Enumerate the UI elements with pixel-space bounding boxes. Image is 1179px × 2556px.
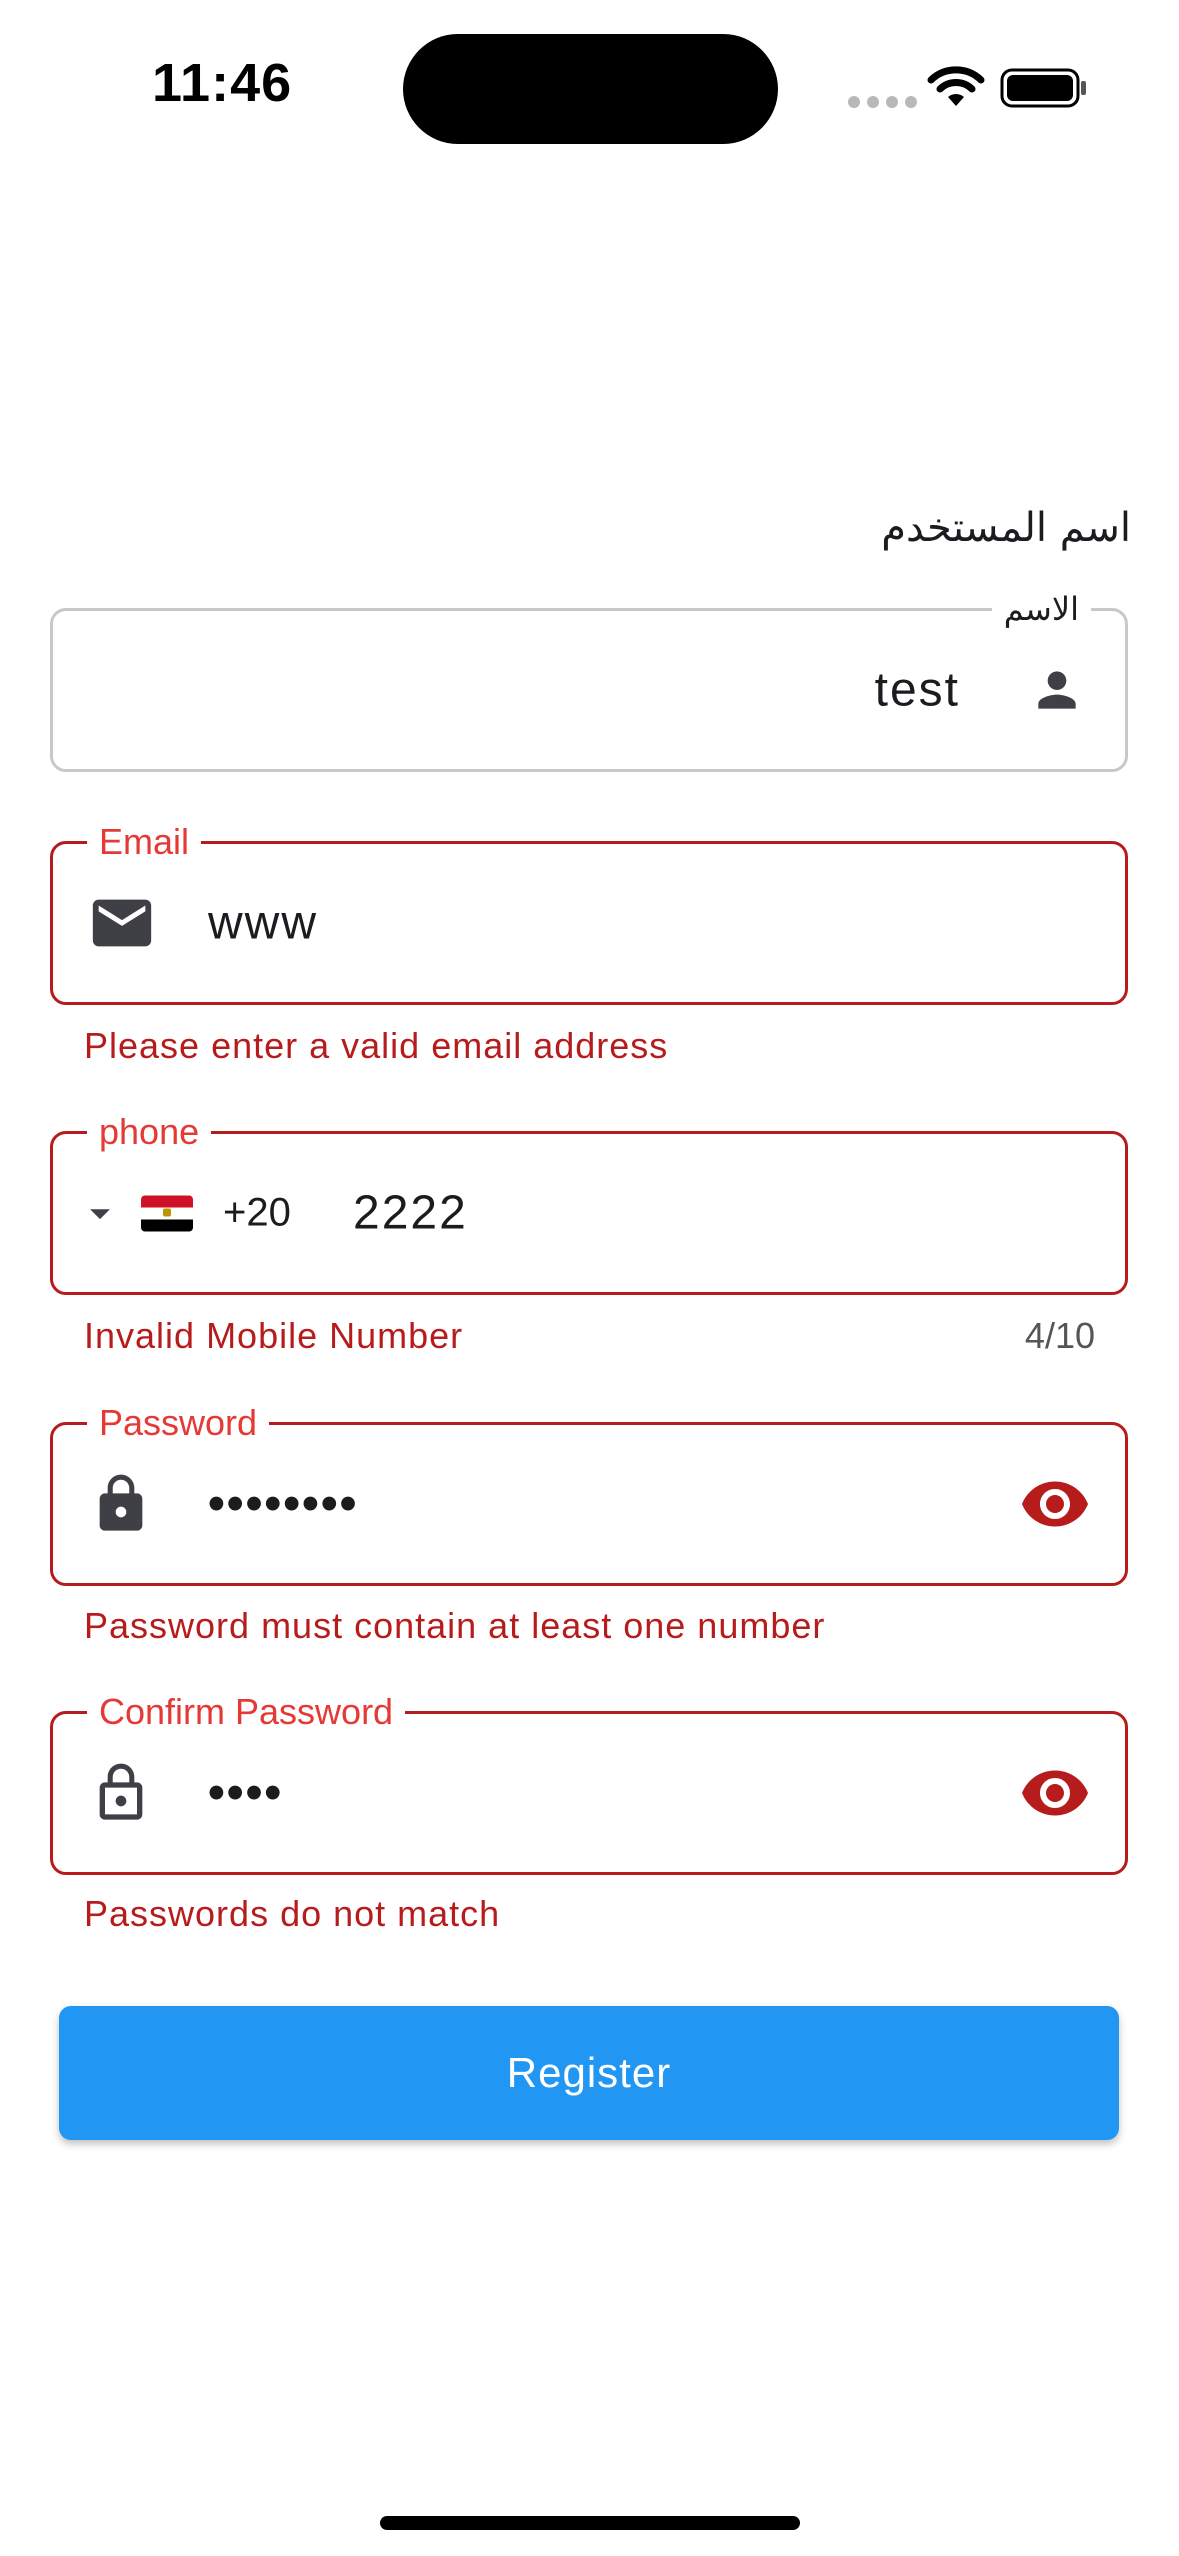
password-field-value: •••••••• (208, 1477, 359, 1531)
lock-icon (89, 1472, 153, 1536)
password-field-label: Password (87, 1403, 270, 1443)
name-field[interactable]: الاسم test (50, 589, 1128, 772)
phone-field-value: 2222 (353, 1186, 468, 1240)
country-dropdown[interactable]: +20 (83, 1191, 291, 1236)
eye-icon[interactable] (1019, 1757, 1091, 1829)
email-field-value: www (208, 896, 318, 950)
person-icon (1029, 662, 1085, 718)
battery-icon (1000, 68, 1086, 108)
register-button[interactable]: Register (59, 2006, 1119, 2140)
chevron-down-icon (90, 1208, 110, 1219)
confirm-password-error-text: Passwords do not match (84, 1893, 501, 1934)
confirm-password-field-value: •••• (208, 1766, 284, 1820)
home-indicator (380, 2516, 800, 2530)
email-field[interactable]: Email www (50, 822, 1128, 1005)
phone-error-text: Invalid Mobile Number (84, 1315, 464, 1356)
phone-field[interactable]: phone +20 2222 (50, 1112, 1128, 1295)
username-section-title: اسم المستخدم (881, 505, 1131, 551)
egypt-flag-icon (141, 1195, 193, 1231)
email-error-text: Please enter a valid email address (84, 1025, 669, 1066)
mail-icon (87, 888, 157, 958)
phone-field-label: phone (87, 1112, 212, 1152)
confirm-password-field[interactable]: Confirm Password •••• (50, 1692, 1128, 1875)
email-field-label: Email (87, 822, 202, 862)
wifi-icon (927, 66, 985, 106)
eye-icon[interactable] (1019, 1468, 1091, 1540)
country-code: +20 (223, 1190, 291, 1235)
status-time: 11:46 (152, 53, 293, 113)
password-error-text: Password must contain at least one numbe… (84, 1605, 826, 1646)
dynamic-island (403, 34, 778, 144)
lock-open-icon (89, 1761, 153, 1825)
name-field-value: test (874, 663, 960, 717)
phone-char-counter: 4/10 (1024, 1315, 1095, 1356)
name-field-label: الاسم (991, 589, 1091, 629)
password-field[interactable]: Password •••••••• (50, 1403, 1128, 1586)
confirm-password-field-label: Confirm Password (87, 1692, 406, 1732)
cellular-signal-icon (848, 96, 917, 108)
